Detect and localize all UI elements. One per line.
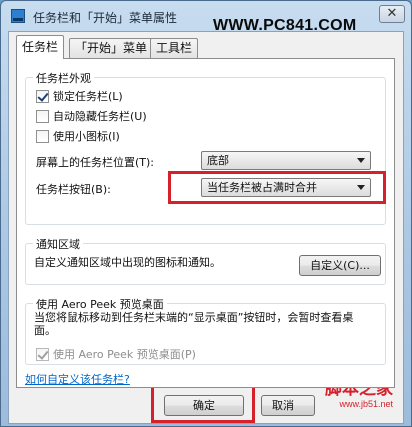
position-select-value: 底部 [207, 154, 229, 167]
group-title-notification: 通知区域 [33, 236, 83, 252]
checkbox-icon [36, 110, 49, 123]
dialog-window: 任务栏和「开始」菜单属性 WWW.PC841.COM ✕ 任务栏 「开始」菜单 … [0, 0, 412, 427]
checkbox-icon [36, 90, 49, 103]
cancel-button[interactable]: 取消 [261, 395, 315, 416]
checkbox-label: 自动隐藏任务栏(U) [53, 110, 147, 123]
title-bar[interactable]: 任务栏和「开始」菜单属性 WWW.PC841.COM ✕ [1, 1, 411, 34]
taskbar-app-icon [11, 9, 25, 23]
tab-toolbars[interactable]: 工具栏 [150, 38, 199, 58]
group-title-appearance: 任务栏外观 [33, 70, 94, 86]
close-button[interactable]: ✕ [379, 5, 405, 23]
tab-start-menu[interactable]: 「开始」菜单 [69, 38, 154, 58]
checkbox-lock-taskbar[interactable]: 锁定任务栏(L) [36, 88, 123, 104]
checkbox-small-icons[interactable]: 使用小图标(I) [36, 128, 120, 144]
buttons-label: 任务栏按钮(B): [36, 183, 111, 196]
tab-taskbar[interactable]: 任务栏 [16, 35, 65, 59]
aero-peek-description: 当您将鼠标移动到任务栏末端的“显示桌面”按钮时，会暂时查看桌面。 [34, 311, 354, 337]
window-title: 任务栏和「开始」菜单属性 [33, 11, 178, 25]
red-highlight-box-ok [151, 385, 255, 423]
customize-button[interactable]: 自定义(C)... [299, 255, 381, 276]
group-notification-area: 通知区域 自定义通知区域中出现的图标和通知。 自定义(C)... [25, 236, 386, 285]
help-link[interactable]: 如何自定义该任务栏? [25, 371, 130, 387]
checkbox-icon [36, 130, 49, 143]
group-aero-peek: 使用 Aero Peek 预览桌面 当您将鼠标移动到任务栏末端的“显示桌面”按钮… [25, 296, 386, 365]
tab-panel-taskbar: 任务栏外观 锁定任务栏(L) 自动隐藏任务栏(U) 使用小图标(I) 屏幕上的任… [16, 58, 395, 388]
checkbox-aero-peek[interactable]: 使用 Aero Peek 预览桌面(P) [36, 346, 196, 362]
checkbox-label: 使用 Aero Peek 预览桌面(P) [53, 348, 196, 361]
group-title-aero-peek: 使用 Aero Peek 预览桌面 [33, 296, 167, 312]
client-area: 任务栏 「开始」菜单 工具栏 任务栏外观 锁定任务栏(L) 自动隐藏任务栏(U)… [8, 31, 404, 424]
close-icon: ✕ [386, 6, 398, 21]
checkbox-label: 锁定任务栏(L) [53, 90, 123, 103]
chevron-down-icon [357, 158, 365, 163]
position-select[interactable]: 底部 [201, 151, 371, 170]
checkbox-auto-hide[interactable]: 自动隐藏任务栏(U) [36, 108, 147, 124]
checkbox-icon [36, 348, 49, 361]
red-highlight-box [168, 171, 386, 204]
group-taskbar-appearance: 任务栏外观 锁定任务栏(L) 自动隐藏任务栏(U) 使用小图标(I) 屏幕上的任… [25, 70, 386, 225]
site-logo-url: www.jb51.net [339, 399, 393, 409]
checkbox-label: 使用小图标(I) [53, 130, 120, 143]
position-label: 屏幕上的任务栏位置(T): [36, 156, 155, 169]
